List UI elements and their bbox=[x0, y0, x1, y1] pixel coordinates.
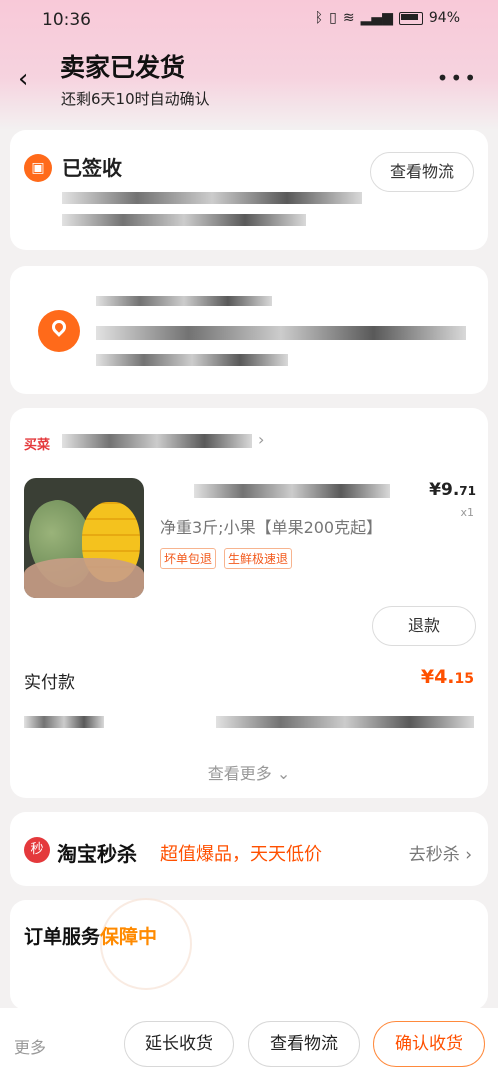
battery-icon bbox=[398, 11, 423, 25]
order-card: 买菜 › ¥9.71 x1 净重3斤;小果【单果200克起】 坏单包退 生鲜极速… bbox=[10, 408, 488, 798]
alarm-clock-icon: 秒 bbox=[24, 837, 50, 863]
seckill-title: 淘宝秒杀 bbox=[57, 842, 137, 866]
see-more-link[interactable]: 查看更多 ⌄ bbox=[10, 760, 488, 784]
refund-button[interactable]: 退款 bbox=[372, 606, 476, 646]
view-logistics-button[interactable]: 查看物流 bbox=[370, 152, 474, 192]
seckill-slogan: 超值爆品，天天低价 bbox=[160, 844, 322, 865]
tag-bad-refund: 坏单包退 bbox=[160, 548, 217, 569]
product-price: ¥9.71 bbox=[429, 480, 476, 500]
vibrate-icon: ▯ bbox=[329, 10, 337, 26]
page-header: ‹ 卖家已发货 还剩6天10时自动确认 ••• bbox=[0, 44, 498, 114]
recipient-redacted bbox=[96, 296, 272, 306]
product-title-redacted[interactable] bbox=[194, 484, 390, 498]
confirm-receipt-button[interactable]: 确认收货 bbox=[373, 1021, 485, 1067]
chevron-down-icon: ⌄ bbox=[276, 764, 291, 783]
order-service-card: 订单服务保障中 bbox=[10, 898, 488, 1010]
shop-name-redacted[interactable] bbox=[62, 434, 252, 448]
logistics-status: 已签收 bbox=[62, 156, 122, 180]
truck-icon: ▣ bbox=[24, 154, 52, 182]
bottom-action-bar: 更多 延长收货 查看物流 确认收货 bbox=[0, 1008, 498, 1081]
tag-fast-refund: 生鲜极速退 bbox=[224, 548, 293, 569]
seckill-card[interactable]: 秒 淘宝秒杀 超值爆品，天天低价 去秒杀 › bbox=[10, 812, 488, 886]
page-subtitle: 还剩6天10时自动确认 bbox=[61, 90, 210, 108]
bluetooth-icon: ᛒ bbox=[314, 10, 324, 26]
hand bbox=[24, 558, 144, 598]
back-icon[interactable]: ‹ bbox=[18, 64, 28, 94]
status-bar: 10:36 ᛒ ▯ ≋ ▂▄▆ 94% bbox=[0, 0, 498, 38]
more-actions[interactable]: 更多 bbox=[14, 1034, 46, 1058]
shop-logo: 买菜 bbox=[24, 438, 51, 453]
paid-label: 实付款 bbox=[24, 673, 75, 693]
wifi-icon: ≋ bbox=[342, 10, 355, 26]
battery-percent: 94% bbox=[428, 10, 460, 26]
logistics-card[interactable]: ▣ 已签收 查看物流 bbox=[10, 130, 488, 250]
page-title: 卖家已发货 bbox=[60, 53, 186, 82]
shop-chevron-icon: › bbox=[258, 430, 265, 449]
status-indicators: ᛒ ▯ ≋ ▂▄▆ 94% bbox=[315, 10, 460, 26]
address-redacted bbox=[96, 326, 466, 340]
go-seckill-link[interactable]: 去秒杀 › bbox=[409, 840, 472, 865]
extend-receipt-button[interactable]: 延长收货 bbox=[124, 1021, 234, 1067]
product-image[interactable] bbox=[24, 478, 144, 598]
address-card[interactable] bbox=[10, 266, 488, 394]
view-logistics-bottom-button[interactable]: 查看物流 bbox=[248, 1021, 360, 1067]
status-time: 10:36 bbox=[42, 10, 91, 30]
paid-amount: ¥4.15 bbox=[420, 666, 474, 688]
product-spec: 净重3斤;小果【单果200克起】 bbox=[160, 518, 383, 537]
logistics-detail-redacted-2 bbox=[62, 214, 306, 226]
signal-icon: ▂▄▆ bbox=[360, 10, 393, 26]
address-redacted-2 bbox=[96, 354, 288, 366]
chevron-right-icon: › bbox=[465, 845, 472, 865]
more-menu-icon[interactable]: ••• bbox=[437, 66, 478, 90]
location-pin-icon bbox=[38, 310, 80, 352]
order-info-value-redacted bbox=[216, 716, 474, 728]
order-service-title: 订单服务保障中 bbox=[24, 926, 158, 948]
product-quantity: x1 bbox=[460, 506, 474, 519]
order-info-label-redacted bbox=[24, 716, 104, 728]
logistics-detail-redacted bbox=[62, 192, 362, 204]
